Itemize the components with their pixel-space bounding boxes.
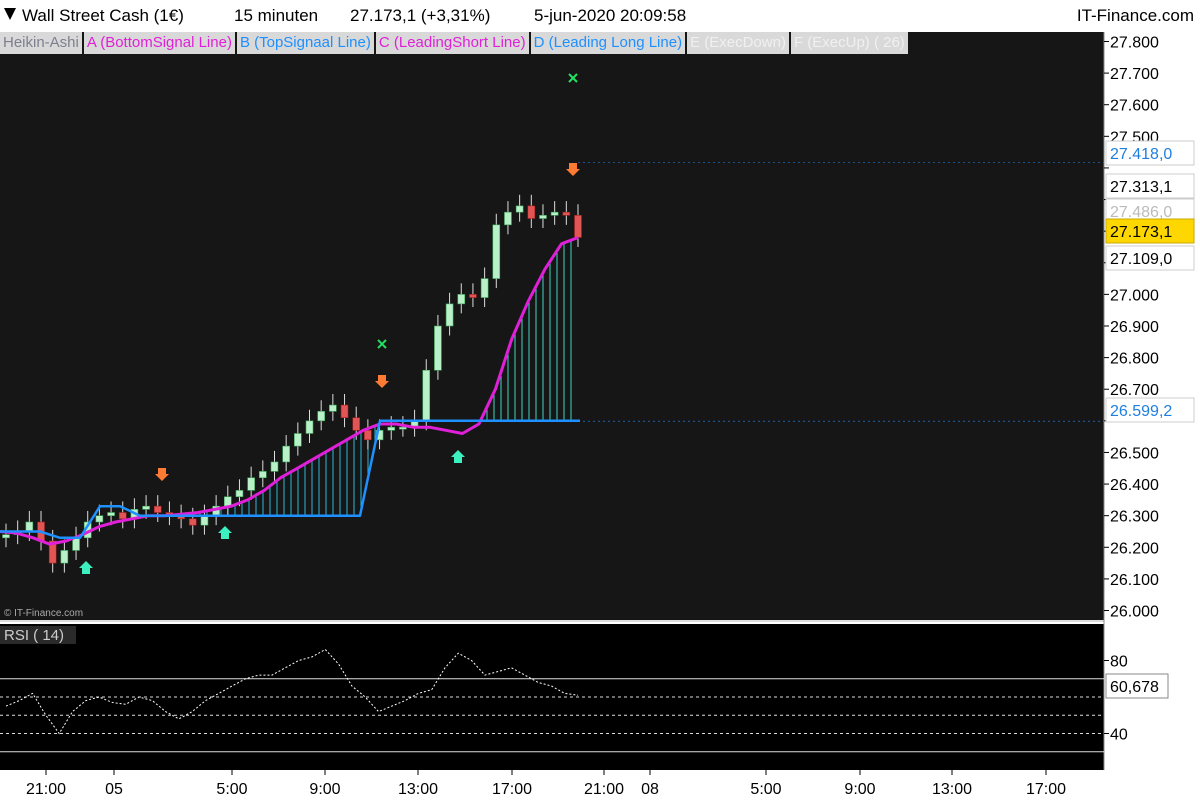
candle-body (469, 294, 477, 298)
candle-body (492, 224, 501, 279)
watermark: © IT-Finance.com (4, 608, 83, 619)
candle-body (562, 211, 571, 216)
candle-body (200, 515, 209, 526)
rsi-tick-label: 40 (1110, 727, 1128, 744)
price-tick-label: 26.000 (1110, 604, 1159, 621)
candle-body (282, 445, 290, 463)
candle-body (118, 512, 127, 520)
time-tick-label: 5:00 (750, 781, 781, 798)
price-tick-label: 27.800 (1110, 34, 1159, 51)
candle-body (387, 426, 396, 431)
candle-body (574, 215, 582, 238)
candle-body (188, 518, 197, 526)
candle-body (434, 325, 442, 371)
candle-body (445, 303, 454, 327)
indicator-legend: Heikin-Ashi A (BottomSignal Line) B (TopSi… (0, 32, 910, 54)
price-badge-label-hidden: 27.486,0 (1110, 204, 1172, 221)
candle-body (305, 420, 314, 434)
candle-body (550, 211, 559, 216)
time-tick-label: 05 (105, 781, 123, 798)
candle-body (480, 278, 489, 298)
price-tick-label: 26.400 (1110, 477, 1159, 494)
price-tick-label: 26.200 (1110, 540, 1159, 557)
time-tick-label: 9:00 (309, 781, 340, 798)
price-chart[interactable]: 26.000 26.100 26.200 26.300 26.400 26.500 26.7… (0, 0, 1200, 800)
candle-body (515, 205, 524, 213)
candle-body (259, 471, 267, 479)
time-tick-label: 21:00 (584, 781, 624, 798)
rsi-tick-label: 80 (1110, 654, 1128, 671)
legend-item-6[interactable]: F (ExecUp) ( 26) (790, 32, 908, 54)
candle-body (457, 294, 466, 305)
candle-body (317, 411, 325, 422)
price-tick-label: 27.700 (1110, 66, 1159, 83)
time-tick-label: 21:00 (26, 781, 66, 798)
candle-body (142, 505, 150, 510)
candle-body (539, 215, 547, 219)
candle-body (25, 521, 34, 532)
candle-body (107, 512, 115, 516)
candle-body (235, 490, 244, 498)
candle-body (504, 211, 512, 226)
candle-body (399, 426, 407, 430)
time-tick-label: 9:00 (844, 781, 875, 798)
candle-body (352, 417, 361, 431)
candle-body (294, 433, 302, 447)
candle-body (247, 477, 255, 491)
price-tick-label: 26.900 (1110, 319, 1159, 336)
legend-item-5[interactable]: E (ExecDown) (687, 32, 789, 54)
price-badge-label-upper: 27.313,1 (1110, 179, 1172, 196)
candle-body (527, 205, 536, 219)
candle-body (340, 404, 349, 418)
candle-body (95, 515, 104, 523)
legend-item-0[interactable]: Heikin-Ashi (0, 32, 82, 54)
price-tick-label: 26.500 (1110, 445, 1159, 462)
time-tick-label: 17:00 (492, 781, 532, 798)
price-badge-label-last: 27.173,1 (1110, 224, 1172, 241)
time-tick-label: 13:00 (932, 781, 972, 798)
price-badge-label-line: 26.599,2 (1110, 403, 1172, 420)
rsi-label: RSI ( 14) (4, 627, 64, 644)
candle-body (223, 496, 232, 507)
time-tick-label: 13:00 (398, 781, 438, 798)
legend-item-3[interactable]: C (LeadingShort Line) (375, 32, 529, 54)
legend-item-2[interactable]: B (TopSignaal Line) (236, 32, 374, 54)
price-tick-label: 27.000 (1110, 287, 1159, 304)
price-badge-label-high: 27.418,0 (1110, 146, 1172, 163)
price-tick-label: 27.600 (1110, 98, 1159, 115)
candle-body (2, 534, 10, 539)
time-tick-label: 17:00 (1026, 781, 1066, 798)
time-tick-label: 5:00 (216, 781, 247, 798)
price-panel-background (0, 32, 1104, 620)
price-badge-label-lower: 27.109,0 (1110, 251, 1172, 268)
candle-body (364, 430, 372, 441)
price-tick-label: 26.800 (1110, 351, 1159, 368)
price-tick-label: 26.300 (1110, 509, 1159, 526)
legend-item-4[interactable]: D (Leading Long Line) (530, 32, 686, 54)
candle-body (270, 461, 279, 472)
candle-body (329, 404, 337, 412)
candle-body (153, 505, 162, 513)
rsi-value-label: 60,678 (1110, 679, 1159, 696)
price-tick-label: 26.100 (1110, 572, 1159, 589)
legend-item-1[interactable]: A (BottomSignal Line) (83, 32, 235, 54)
price-tick-label: 26.700 (1110, 382, 1159, 399)
candle-body (422, 369, 431, 422)
candle-body (60, 550, 69, 564)
time-tick-label: 08 (641, 781, 659, 798)
